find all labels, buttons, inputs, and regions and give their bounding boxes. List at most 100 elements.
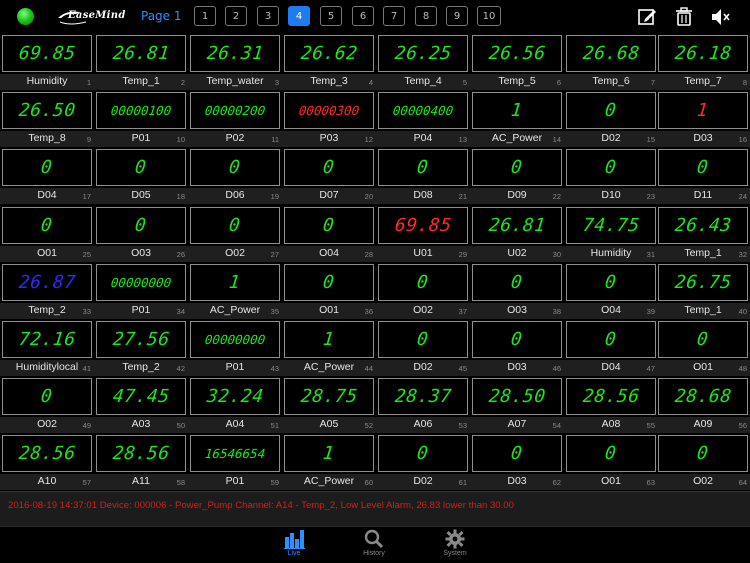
channel-cell[interactable]: 1 AC_Power 44 [282, 319, 376, 376]
channel-label-bar: A10 57 [0, 474, 94, 491]
channel-label: D03 [693, 132, 713, 145]
trash-icon[interactable] [673, 6, 695, 28]
channel-cell[interactable]: 00000100 P01 10 [94, 90, 188, 148]
channel-cell[interactable]: 32.24 A04 51 [188, 376, 282, 434]
page-button-6[interactable]: 6 [352, 6, 374, 26]
channel-cell[interactable]: 0 D02 45 [376, 319, 470, 376]
channel-display: 0 [472, 435, 562, 473]
channel-cell[interactable]: 72.16 Humiditylocal 41 [0, 319, 94, 376]
page-button-1[interactable]: 1 [194, 6, 216, 26]
channel-cell[interactable]: 26.56 Temp_5 6 [470, 33, 564, 90]
channel-cell[interactable]: 0 O02 37 [376, 262, 470, 319]
channel-cell[interactable]: 00000300 P03 12 [282, 90, 376, 148]
channel-cell[interactable]: 74.75 Humidity 31 [564, 205, 658, 262]
channel-cell[interactable]: 0 O01 36 [282, 262, 376, 319]
channel-cell[interactable]: 47.45 A03 50 [94, 376, 188, 434]
channel-cell[interactable]: 0 D02 15 [564, 90, 658, 148]
channel-cell[interactable]: 0 D09 22 [470, 147, 564, 205]
channel-index: 62 [552, 478, 561, 488]
channel-cell[interactable]: 0 O01 48 [656, 319, 750, 376]
channel-label-bar: Temp_water 3 [188, 74, 282, 90]
channel-index: 36 [364, 306, 373, 316]
channel-cell[interactable]: 26.81 Temp_1 2 [94, 33, 188, 90]
channel-cell[interactable]: 26.18 Temp_7 8 [656, 33, 750, 90]
channel-cell[interactable]: 0 O03 38 [470, 262, 564, 319]
channel-cell[interactable]: 00000000 P01 34 [94, 262, 188, 319]
channel-cell[interactable]: 1 AC_Power 14 [470, 90, 564, 148]
channel-cell[interactable]: 28.75 A05 52 [282, 376, 376, 434]
channel-cell[interactable]: 0 O01 25 [0, 205, 94, 262]
channel-cell[interactable]: 28.37 A06 53 [376, 376, 470, 434]
channel-cell[interactable]: 0 D04 17 [0, 147, 94, 205]
channel-cell[interactable]: 00000200 P02 11 [188, 90, 282, 148]
channel-cell[interactable]: 26.87 Temp_2 33 [0, 262, 94, 319]
page-label: Page 1 [141, 9, 182, 23]
channel-index: 52 [364, 421, 373, 431]
channel-label: Temp_5 [498, 75, 536, 87]
channel-label-bar: Temp_4 5 [376, 74, 470, 90]
channel-cell[interactable]: 28.68 A09 56 [656, 376, 750, 434]
channel-cell[interactable]: 69.85 Humidity 1 [0, 33, 94, 90]
page-button-2[interactable]: 2 [225, 6, 247, 26]
channel-cell[interactable]: 0 D06 19 [188, 147, 282, 205]
channel-cell[interactable]: 1 D03 16 [656, 90, 750, 148]
channel-label: D04 [601, 361, 621, 373]
edit-icon[interactable] [636, 6, 658, 28]
channel-cell[interactable]: 0 O02 27 [188, 205, 282, 262]
channel-cell[interactable]: 0 D03 62 [470, 433, 564, 491]
channel-cell[interactable]: 0 D05 18 [94, 147, 188, 205]
channel-cell[interactable]: 00000000 P01 43 [188, 319, 282, 376]
channel-label-bar: P01 34 [94, 302, 188, 319]
channel-value: 28.75 [299, 386, 359, 408]
channel-cell[interactable]: 00000400 P04 13 [376, 90, 470, 148]
channel-cell[interactable]: 28.56 A10 57 [0, 433, 94, 491]
channel-index: 55 [646, 421, 655, 431]
channel-cell[interactable]: 27.56 Temp_2 42 [94, 319, 188, 376]
page-button-9[interactable]: 9 [446, 6, 468, 26]
channel-cell[interactable]: 0 O04 28 [282, 205, 376, 262]
tab-history[interactable]: History [349, 529, 399, 563]
channel-cell[interactable]: 0 D07 20 [282, 147, 376, 205]
channel-value: 0 [416, 271, 430, 293]
channel-cell[interactable]: 0 D08 21 [376, 147, 470, 205]
channel-cell[interactable]: 1 AC_Power 60 [282, 433, 376, 491]
channel-cell[interactable]: 26.43 Temp_1 32 [656, 205, 750, 262]
channel-cell[interactable]: 26.50 Temp_8 9 [0, 90, 94, 148]
channel-cell[interactable]: 0 O02 64 [656, 433, 750, 491]
channel-cell[interactable]: 26.31 Temp_water 3 [188, 33, 282, 90]
channel-cell[interactable]: 28.50 A07 54 [470, 376, 564, 434]
channel-value: 26.50 [17, 100, 77, 122]
page-button-8[interactable]: 8 [415, 6, 437, 26]
tab-live[interactable]: Live [269, 529, 319, 563]
channel-cell[interactable]: 26.25 Temp_4 5 [376, 33, 470, 90]
channel-label-bar: Temp_1 2 [94, 74, 188, 90]
channel-display: 0 [190, 206, 280, 244]
channel-cell[interactable]: 26.68 Temp_6 7 [564, 33, 658, 90]
channel-cell[interactable]: 1 AC_Power 35 [188, 262, 282, 319]
page-button-10[interactable]: 10 [477, 6, 501, 26]
channel-cell[interactable]: 0 D02 61 [376, 433, 470, 491]
channel-cell[interactable]: 0 O03 26 [94, 205, 188, 262]
channel-cell[interactable]: 26.75 Temp_1 40 [656, 262, 750, 319]
channel-cell[interactable]: 26.81 U02 30 [470, 205, 564, 262]
channel-cell[interactable]: 0 D10 23 [564, 147, 658, 205]
page-button-3[interactable]: 3 [257, 6, 279, 26]
channel-label: Temp_1 [684, 246, 722, 259]
channel-cell[interactable]: 0 O04 39 [564, 262, 658, 319]
channel-cell[interactable]: 0 O02 49 [0, 376, 94, 434]
channel-cell[interactable]: 0 D11 24 [656, 147, 750, 205]
channel-cell[interactable]: 16546654 P01 59 [188, 433, 282, 491]
channel-cell[interactable]: 28.56 A11 58 [94, 433, 188, 491]
channel-cell[interactable]: 0 D03 46 [470, 319, 564, 376]
tab-system[interactable]: System [430, 529, 480, 563]
page-button-4[interactable]: 4 [288, 6, 310, 26]
mute-icon[interactable] [709, 6, 731, 28]
channel-cell[interactable]: 69.85 U01 29 [376, 205, 470, 262]
channel-cell[interactable]: 0 O01 63 [564, 433, 658, 491]
channel-value: 0 [134, 214, 148, 236]
channel-cell[interactable]: 0 D04 47 [564, 319, 658, 376]
page-button-7[interactable]: 7 [383, 6, 405, 26]
channel-cell[interactable]: 28.56 A08 55 [564, 376, 658, 434]
channel-cell[interactable]: 26.62 Temp_3 4 [282, 33, 376, 90]
page-button-5[interactable]: 5 [320, 6, 342, 26]
